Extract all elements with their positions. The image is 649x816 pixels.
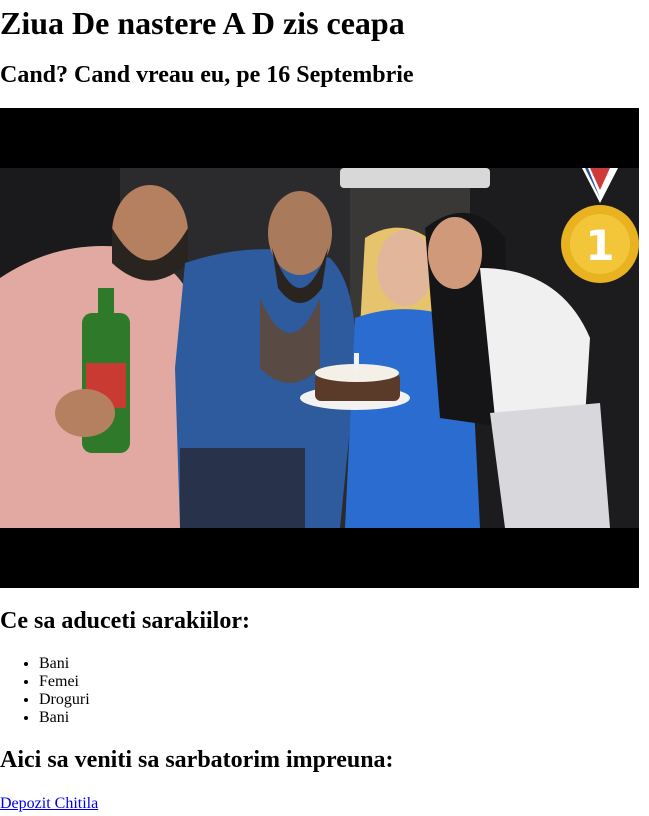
list-item: Bani xyxy=(39,655,90,673)
medal-number: 1 xyxy=(585,221,614,270)
party-photo: 1 xyxy=(0,108,639,588)
venue-link[interactable]: Depozit Chitila xyxy=(0,795,98,813)
page-title: Ziua De nastere A D zis ceapa xyxy=(0,5,405,41)
venue-heading: Aici sa veniti sa sarbatorim impreuna: xyxy=(0,747,394,773)
bring-heading: Ce sa aduceti sarakiilor: xyxy=(0,608,250,634)
list-item: Femei xyxy=(39,673,90,691)
bring-list: Bani Femei Droguri Bani xyxy=(0,655,90,727)
list-item: Bani xyxy=(39,709,90,727)
list-item: Droguri xyxy=(39,691,90,709)
event-date-subtitle: Cand? Cand vreau eu, pe 16 Septembrie xyxy=(0,62,414,88)
party-photo-image: 1 xyxy=(0,168,639,528)
